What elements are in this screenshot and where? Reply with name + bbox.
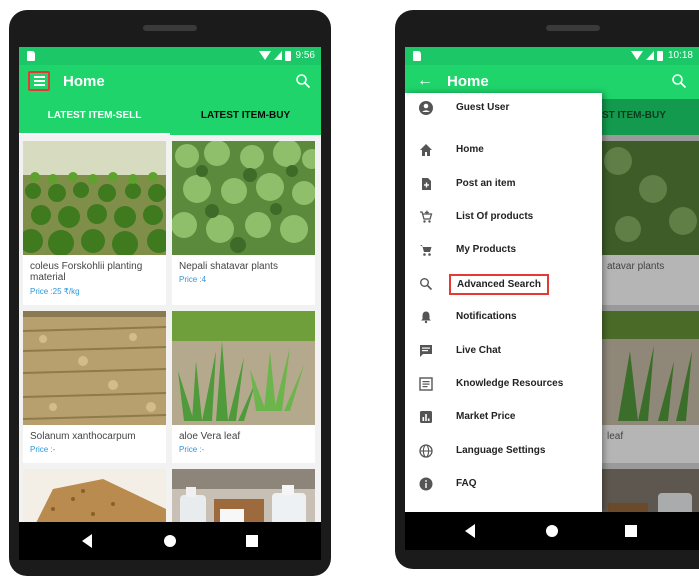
left-phone-frame: 9:56 Home LATEST ITEM-SELL LATEST ITEM-B… [9, 10, 331, 576]
page-title: Home [447, 73, 489, 90]
globe-icon [419, 444, 433, 458]
list-doc-icon [419, 377, 433, 391]
drawer-item-list-of-products[interactable]: List Of products [405, 202, 602, 232]
product-price: Price :- [179, 445, 205, 454]
signal-icon [273, 51, 282, 60]
tab-latest-item-buy[interactable]: ST ITEM-BUY [602, 99, 666, 135]
drawer-item-label: Knowledge Resources [456, 378, 564, 389]
nav-back-button[interactable] [465, 524, 475, 538]
drawer-item-post-an-item[interactable]: Post an item [405, 169, 602, 199]
wifi-icon [258, 51, 271, 60]
right-phone-screen: 10:18 ← Home ST ITEM-BUY atavar plants l… [405, 47, 699, 550]
status-bar: 9:56 [19, 47, 321, 65]
android-nav-bar [405, 512, 699, 550]
back-arrow-icon[interactable]: ← [417, 72, 433, 90]
drawer-item-home[interactable]: Home [405, 135, 602, 165]
chat-icon [420, 345, 432, 357]
sim-card-icon [27, 51, 35, 61]
left-phone-screen: 9:56 Home LATEST ITEM-SELL LATEST ITEM-B… [19, 47, 321, 560]
product-price: Price :4 [179, 275, 207, 284]
product-name: aloe Vera leaf [179, 431, 241, 442]
tab-latest-item-buy[interactable]: LATEST ITEM-BUY [170, 99, 321, 135]
tab-bar: LATEST ITEM-SELL LATEST ITEM-BUY [19, 99, 321, 135]
drawer-item-label: My Products [456, 244, 517, 255]
drawer-item-label: Notifications [456, 311, 517, 322]
status-time: 10:18 [667, 50, 693, 61]
product-grid: coleus Forskohlii planting material Pric… [19, 135, 321, 549]
battery-icon [656, 50, 663, 61]
drawer-item-label: List Of products [456, 211, 534, 222]
search-icon[interactable] [671, 73, 687, 89]
drawer-item-label: Home [456, 144, 484, 155]
product-price: Price :25 ₹/kg [30, 287, 80, 296]
signal-icon [645, 51, 654, 60]
product-photo-solanum [23, 311, 166, 425]
drawer-item-my-products[interactable]: My Products [405, 235, 602, 265]
navigation-drawer: Guest User Home Post an item List Of pro… [405, 93, 602, 512]
product-card[interactable]: aloe Vera leaf Price :- [172, 311, 315, 463]
drawer-item-faq[interactable]: FAQ [405, 469, 602, 499]
product-price: Price :- [30, 445, 56, 454]
wifi-icon [630, 51, 643, 60]
nav-home-button[interactable] [546, 525, 558, 537]
nav-recent-apps-button[interactable] [246, 535, 258, 547]
bell-icon [421, 311, 431, 324]
drawer-item-label: Advanced Search [449, 274, 549, 295]
speaker-grille [546, 25, 600, 31]
bar-chart-icon [420, 411, 432, 423]
status-bar: 10:18 [405, 47, 699, 65]
android-nav-bar [19, 522, 321, 560]
speaker-grille [143, 25, 197, 31]
info-icon [419, 477, 433, 491]
drawer-item-label: Market Price [456, 411, 516, 422]
product-card[interactable]: Nepali shatavar plants Price :4 [172, 141, 315, 305]
product-name: Solanum xanthocarpum [30, 431, 136, 442]
nav-home-button[interactable] [164, 535, 176, 547]
search-icon [420, 278, 433, 291]
cart-icon [420, 245, 432, 256]
app-toolbar: Home [19, 65, 321, 99]
search-icon[interactable] [295, 73, 311, 89]
product-name-partial: atavar plants [607, 261, 665, 272]
drawer-item-market-price[interactable]: Market Price [405, 402, 602, 432]
drawer-item-notifications[interactable]: Notifications [405, 302, 602, 332]
drawer-item-label: Guest User [456, 102, 510, 113]
battery-icon [284, 50, 291, 61]
drawer-item-advanced-search[interactable]: Advanced Search [405, 269, 602, 299]
drawer-item-label: Post an item [456, 178, 516, 189]
home-icon [420, 144, 432, 156]
product-name-partial: leaf [607, 431, 624, 442]
product-name: coleus Forskohlii planting material [30, 261, 143, 283]
account-circle-icon [419, 101, 433, 115]
product-name: Nepali shatavar plants [179, 261, 278, 272]
post-file-icon [422, 178, 431, 190]
drawer-item-label: Language Settings [456, 445, 546, 456]
tab-latest-item-sell[interactable]: LATEST ITEM-SELL [19, 99, 170, 135]
nav-back-button[interactable] [82, 534, 92, 548]
hamburger-menu-button[interactable] [28, 71, 50, 91]
sim-card-icon [413, 51, 421, 61]
product-card[interactable]: coleus Forskohlii planting material Pric… [23, 141, 166, 305]
drawer-item-language-settings[interactable]: Language Settings [405, 436, 602, 466]
drawer-item-label: FAQ [456, 478, 477, 489]
product-card[interactable]: Solanum xanthocarpum Price :- [23, 311, 166, 463]
drawer-item-knowledge-resources[interactable]: Knowledge Resources [405, 369, 602, 399]
drawer-item-label: Live Chat [456, 345, 502, 356]
drawer-item-live-chat[interactable]: Live Chat [405, 336, 602, 366]
product-photo-coleus [23, 141, 166, 255]
page-title: Home [63, 73, 105, 90]
product-photo-shatavar [172, 141, 315, 255]
product-photo-aloe [172, 311, 315, 425]
drawer-item-guest-user[interactable]: Guest User [405, 93, 602, 123]
status-time: 9:56 [295, 50, 315, 61]
nav-recent-apps-button[interactable] [625, 525, 637, 537]
cart-add-icon [420, 210, 433, 223]
right-phone-frame: 10:18 ← Home ST ITEM-BUY atavar plants l… [395, 10, 699, 569]
